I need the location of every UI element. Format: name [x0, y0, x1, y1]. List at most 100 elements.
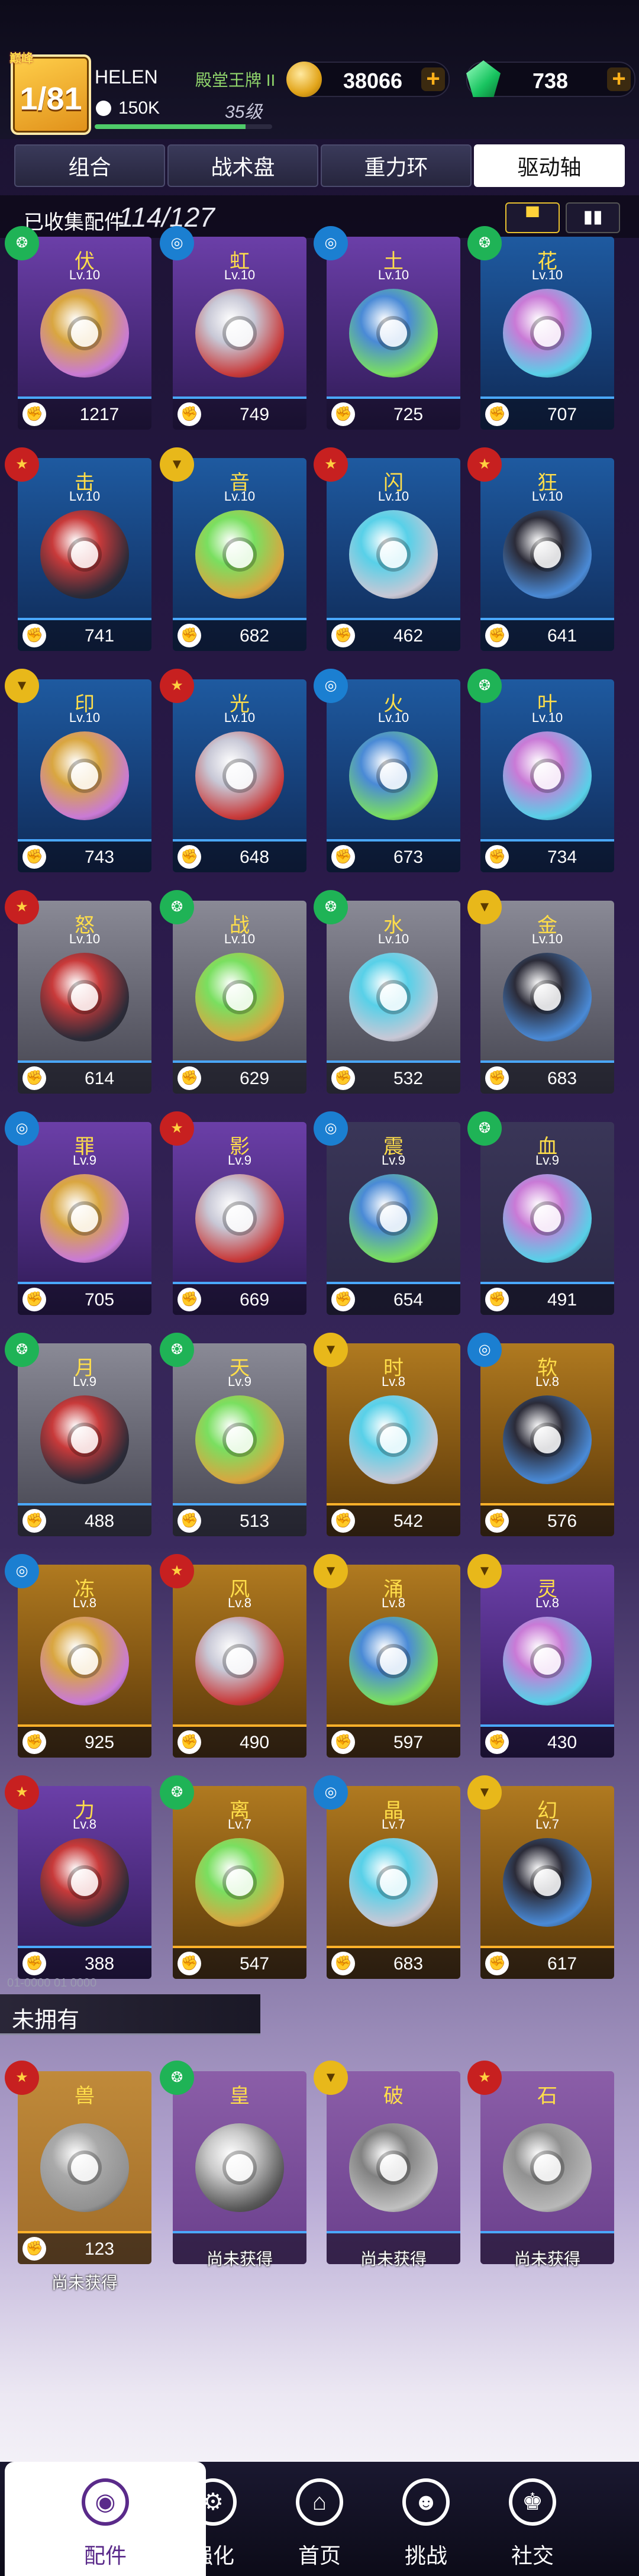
add-gem-button[interactable]: +: [607, 67, 631, 91]
part-level: Lv.10: [377, 267, 409, 282]
unowned-part-card[interactable]: 破: [327, 2071, 460, 2264]
part-power: 707: [547, 405, 577, 424]
part-card[interactable]: 离 Lv.7 ✊ 547: [173, 1786, 306, 1979]
part-power-bar: ✊ 1217: [18, 396, 151, 430]
part-card[interactable]: 战 Lv.10 ✊ 629: [173, 901, 306, 1094]
defense-type-icon: ◎: [5, 1554, 39, 1588]
part-power: 617: [547, 1954, 577, 1974]
part-power-bar: ✊ 683: [480, 1060, 614, 1094]
player-avatar[interactable]: 巅峰 1/81: [9, 52, 91, 135]
part-power: 682: [239, 626, 270, 646]
fist-icon: ✊: [485, 1066, 509, 1090]
part-card[interactable]: 血 Lv.9 ✊ 491: [480, 1122, 614, 1315]
part-card[interactable]: 闪 Lv.10 ✊ 462: [327, 458, 460, 651]
part-card[interactable]: 光 Lv.10 ✊ 648: [173, 679, 306, 872]
part-card[interactable]: 天 Lv.9 ✊ 513: [173, 1343, 306, 1536]
filter-button[interactable]: ▮▮: [566, 202, 620, 233]
part-card[interactable]: 叶 Lv.10 ✊ 734: [480, 679, 614, 872]
part-card[interactable]: 罪 Lv.9 ✊ 705: [18, 1122, 151, 1315]
fist-icon: ✊: [178, 624, 201, 647]
stamina-type-icon: ❂: [5, 1333, 39, 1367]
nav-upgrade[interactable]: ⚙ 强化: [160, 2462, 266, 2576]
add-gold-button[interactable]: +: [421, 67, 445, 91]
tab-combo[interactable]: 组合: [14, 144, 165, 187]
nav-home[interactable]: ⌂ 首页: [266, 2462, 373, 2576]
part-card[interactable]: 击 Lv.10 ✊ 741: [18, 458, 151, 651]
part-power-bar: ✊ 547: [173, 1946, 306, 1979]
part-card[interactable]: 风 Lv.8 ✊ 490: [173, 1565, 306, 1758]
part-level: Lv.9: [382, 1153, 405, 1168]
part-power: 743: [84, 847, 115, 867]
part-card[interactable]: 震 Lv.9 ✊ 654: [327, 1122, 460, 1315]
part-card[interactable]: 幻 Lv.7 ✊ 617: [480, 1786, 614, 1979]
part-card[interactable]: 火 Lv.10 ✊ 673: [327, 679, 460, 872]
player-title: 殿堂王牌 II: [195, 71, 276, 89]
part-card[interactable]: 月 Lv.9 ✊ 488: [18, 1343, 151, 1536]
defense-type-icon: ◎: [160, 226, 194, 260]
part-card[interactable]: 晶 Lv.7 ✊ 683: [327, 1786, 460, 1979]
part-card[interactable]: 水 Lv.10 ✊ 532: [327, 901, 460, 1094]
part-card[interactable]: 印 Lv.10 ✊ 743: [18, 679, 151, 872]
attack-type-icon: ★: [160, 1554, 194, 1588]
part-image: [195, 953, 284, 1042]
part-image: [503, 1617, 592, 1705]
tab-tactic-disc[interactable]: 战术盘: [167, 144, 318, 187]
part-level: Lv.10: [69, 489, 101, 504]
tab-driver[interactable]: 驱动轴: [474, 144, 625, 187]
part-power: 725: [393, 405, 424, 424]
nav-label: 首页: [298, 2543, 341, 2568]
fist-icon: ✊: [331, 1066, 355, 1090]
part-power: 683: [547, 1069, 577, 1088]
part-power-bar: ✊ 741: [18, 618, 151, 651]
part-card[interactable]: 虹 Lv.10 ✊ 749: [173, 237, 306, 430]
part-power-bar: ✊ 532: [327, 1060, 460, 1094]
part-power-bar: ✊ 576: [480, 1503, 614, 1536]
attack-type-icon: ★: [160, 1111, 194, 1146]
part-card[interactable]: 灵 Lv.8 ✊ 430: [480, 1565, 614, 1758]
part-card[interactable]: 花 Lv.10 ✊ 707: [480, 237, 614, 430]
part-image: [349, 953, 438, 1042]
part-card[interactable]: 涌 Lv.8 ✊ 597: [327, 1565, 460, 1758]
stamina-type-icon: ❂: [314, 890, 348, 924]
part-power: 705: [84, 1290, 115, 1310]
part-power-bar: ✊ 669: [173, 1282, 306, 1315]
sort-button[interactable]: ▀: [505, 202, 560, 233]
part-card[interactable]: 时 Lv.8 ✊ 542: [327, 1343, 460, 1536]
part-image: [349, 289, 438, 378]
attack-type-icon: ★: [5, 890, 39, 924]
unowned-part-card[interactable]: 皇: [173, 2071, 306, 2264]
part-card[interactable]: 土 Lv.10 ✊ 725: [327, 237, 460, 430]
part-card[interactable]: 冻 Lv.8 ✊ 925: [18, 1565, 151, 1758]
part-card[interactable]: 软 Lv.8 ✊ 576: [480, 1343, 614, 1536]
part-power: 542: [393, 1511, 424, 1531]
part-card[interactable]: 狂 Lv.10 ✊ 641: [480, 458, 614, 651]
nav-social[interactable]: ♚ 社交: [479, 2462, 586, 2576]
part-power-bar: ✊ 123: [18, 2231, 151, 2264]
part-card[interactable]: 力 Lv.8 ✊ 388: [18, 1786, 151, 1979]
nav-challenge[interactable]: ☻ 挑战: [373, 2462, 479, 2576]
part-power: 741: [84, 626, 115, 646]
fist-icon: ✊: [331, 845, 355, 869]
tab-gravity-ring[interactable]: 重力环: [321, 144, 472, 187]
part-power: 123: [84, 2239, 115, 2259]
unowned-part-card[interactable]: 石: [480, 2071, 614, 2264]
part-image: [503, 731, 592, 820]
part-power-bar: ✊ 542: [327, 1503, 460, 1536]
part-card[interactable]: 音 Lv.10 ✊ 682: [173, 458, 306, 651]
part-power: 532: [393, 1069, 424, 1088]
parts-icon: ◉: [82, 2478, 129, 2526]
unowned-part-card[interactable]: 兽 ✊ 123: [18, 2071, 151, 2264]
stamina-type-icon: ❂: [5, 226, 39, 260]
part-card[interactable]: 伏 Lv.10 ✊ 1217: [18, 237, 151, 430]
part-level: Lv.10: [69, 931, 101, 946]
defense-type-icon: ◎: [314, 1775, 348, 1810]
part-level: Lv.10: [224, 267, 256, 282]
part-image: [349, 1617, 438, 1705]
part-power-bar: ✊ 491: [480, 1282, 614, 1315]
part-card[interactable]: 金 Lv.10 ✊ 683: [480, 901, 614, 1094]
part-card[interactable]: 影 Lv.9 ✊ 669: [173, 1122, 306, 1315]
part-card[interactable]: 怒 Lv.10 ✊ 614: [18, 901, 151, 1094]
part-level: Lv.9: [73, 1153, 96, 1168]
part-image: [503, 1395, 592, 1484]
part-power: 488: [84, 1511, 115, 1531]
